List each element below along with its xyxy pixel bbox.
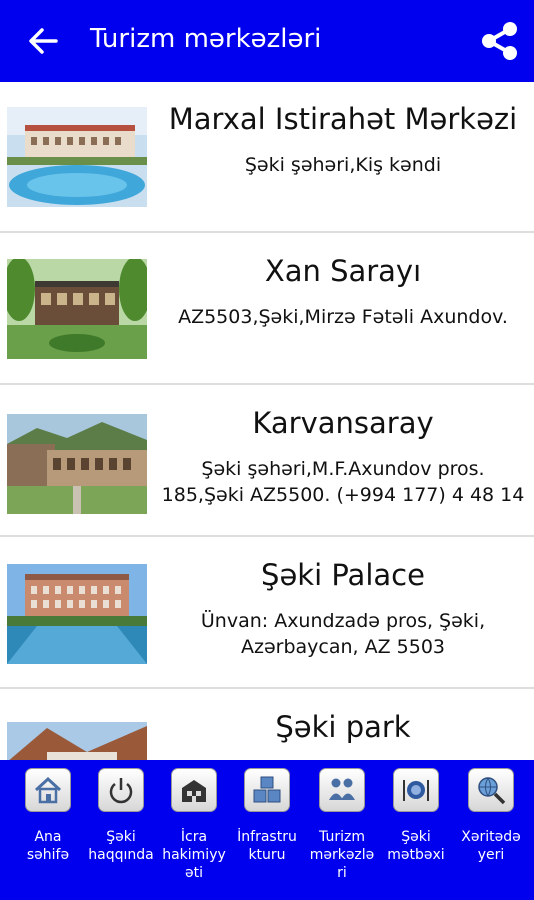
bottom-navigation: Ana səhifə Şəki haqqında İcra hakimiyy ə… <box>0 760 534 900</box>
tourism-center-list: Marxal Istirahət Mərkəzi Şəki şəhəri,Kiş… <box>0 82 534 760</box>
nav-item-infrastructure[interactable]: İnfrastru kturu <box>232 768 302 893</box>
thumbnail-image <box>7 259 147 359</box>
nav-item-map[interactable]: Xəritədə yeri <box>456 768 526 893</box>
app-bar: Turizm mərkəzləri <box>0 0 534 82</box>
thumbnail-image <box>7 564 147 664</box>
item-title: Şəki Palace <box>261 558 425 592</box>
page-title: Turizm mərkəzləri <box>90 24 322 54</box>
item-address: Şəki şəhəri,Kiş kəndi <box>244 154 442 176</box>
building-icon <box>171 768 217 812</box>
dining-icon <box>393 768 439 812</box>
nav-label: Xəritədə yeri <box>461 829 521 863</box>
power-icon <box>98 768 144 812</box>
item-address: Şəki şəhəri,M.F.Axundov pros. 185,Şəki A… <box>161 458 525 506</box>
nav-label: Şəki haqqında <box>88 829 154 863</box>
nav-label: İcra hakimiyy əti <box>162 829 226 881</box>
nav-item-cuisine[interactable]: Şəki mətbəxi <box>381 768 451 893</box>
list-item[interactable]: Xan Sarayı AZ5503,Şəki,Mirzə Fətəli Axun… <box>0 234 534 385</box>
nav-item-home[interactable]: Ana səhifə <box>13 768 83 893</box>
blocks-icon <box>244 768 290 812</box>
item-title: Xan Sarayı <box>264 254 422 288</box>
arrow-back-icon[interactable] <box>26 22 60 60</box>
item-address: Ünvan: Axundzadə pros, Şəki, Azərbaycan,… <box>200 610 486 658</box>
share-icon[interactable] <box>478 20 520 62</box>
nav-item-about[interactable]: Şəki haqqında <box>86 768 156 893</box>
nav-label: İnfrastru kturu <box>237 829 297 863</box>
list-item[interactable]: Şəki park <box>0 690 534 760</box>
thumbnail-image <box>7 414 147 514</box>
nav-label: Ana səhifə <box>26 829 70 863</box>
thumbnail-image <box>7 107 147 207</box>
item-title: Karvansaray <box>252 406 434 440</box>
nav-label: Turizm mərkəzlə ri <box>309 829 375 881</box>
list-item[interactable]: Karvansaray Şəki şəhəri,M.F.Axundov pros… <box>0 386 534 537</box>
item-address: AZ5503,Şəki,Mirzə Fətəli Axundov. <box>178 306 508 328</box>
list-item[interactable]: Marxal Istirahət Mərkəzi Şəki şəhəri,Kiş… <box>0 82 534 233</box>
thumbnail-image <box>7 722 147 760</box>
list-item[interactable]: Şəki Palace Ünvan: Axundzadə pros, Şəki,… <box>0 538 534 689</box>
people-icon <box>319 768 365 812</box>
home-icon <box>25 768 71 812</box>
item-title: Şəki park <box>275 710 411 744</box>
item-title: Marxal Istirahət Mərkəzi <box>168 102 518 136</box>
nav-item-tourism[interactable]: Turizm mərkəzlə ri <box>307 768 377 893</box>
globe-search-icon <box>468 768 514 812</box>
nav-label: Şəki mətbəxi <box>387 829 445 863</box>
nav-item-executive[interactable]: İcra hakimiyy əti <box>159 768 229 893</box>
